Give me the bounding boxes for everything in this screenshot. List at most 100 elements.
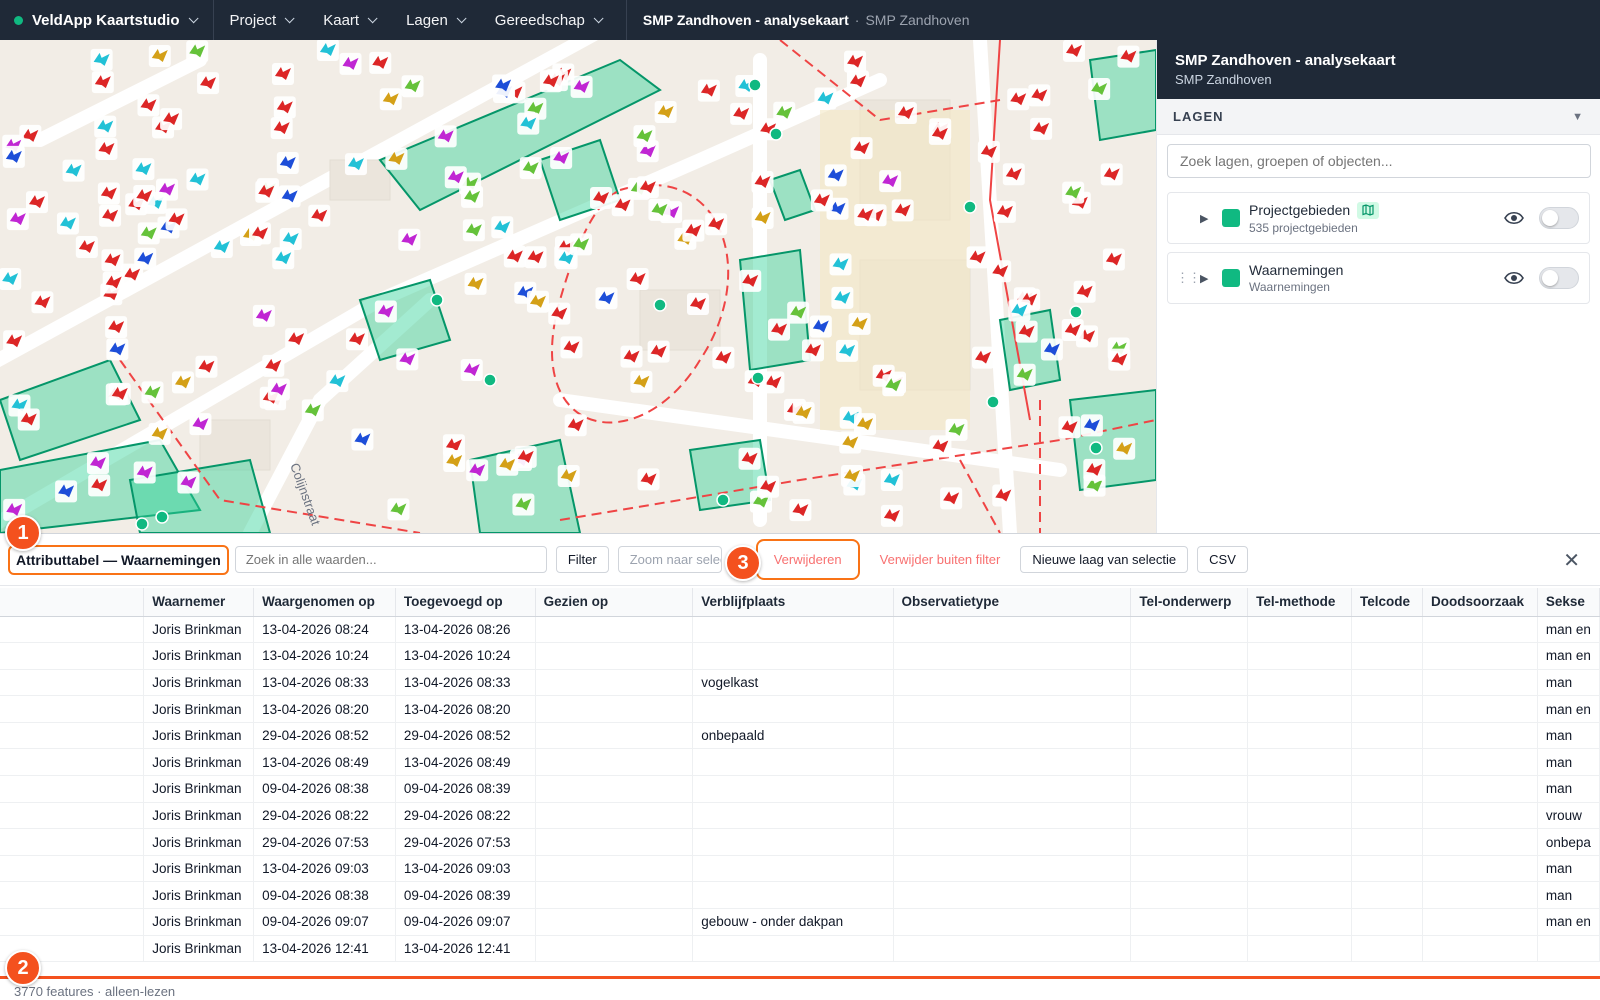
observation-marker[interactable] bbox=[137, 94, 160, 117]
table-cell[interactable] bbox=[1130, 669, 1249, 697]
table-cell[interactable] bbox=[1351, 695, 1423, 723]
observation-marker[interactable] bbox=[891, 199, 914, 222]
column-header[interactable]: Waarnemer bbox=[143, 588, 255, 617]
column-header[interactable]: Sekse bbox=[1537, 588, 1600, 617]
observation-marker[interactable] bbox=[637, 468, 660, 491]
observation-marker[interactable] bbox=[379, 88, 402, 111]
observation-marker[interactable] bbox=[697, 79, 720, 102]
table-cell[interactable] bbox=[1422, 775, 1538, 803]
observation-marker[interactable] bbox=[464, 272, 487, 295]
observation-marker[interactable] bbox=[148, 422, 171, 445]
table-cell[interactable]: onbepaald bbox=[692, 722, 894, 750]
observation-marker[interactable] bbox=[75, 235, 98, 258]
table-cell[interactable] bbox=[1130, 828, 1249, 856]
observation-marker[interactable] bbox=[787, 301, 810, 324]
observation-marker[interactable] bbox=[768, 318, 791, 341]
observation-marker[interactable] bbox=[1040, 338, 1063, 361]
observation-marker[interactable] bbox=[1080, 414, 1103, 437]
table-cell[interactable] bbox=[1351, 642, 1423, 670]
table-cell[interactable] bbox=[0, 669, 145, 697]
observation-marker[interactable] bbox=[398, 228, 421, 251]
observation-marker[interactable] bbox=[570, 75, 593, 98]
observation-marker[interactable] bbox=[272, 247, 295, 270]
observation-marker[interactable] bbox=[557, 465, 580, 488]
observation-marker[interactable] bbox=[503, 245, 526, 268]
collapse-caret-icon[interactable]: ▼ bbox=[1572, 111, 1584, 123]
close-icon[interactable]: ✕ bbox=[1563, 548, 1580, 573]
observation-marker[interactable] bbox=[647, 340, 670, 363]
table-cell[interactable]: 13-04-2026 08:20 bbox=[253, 695, 396, 723]
table-cell[interactable] bbox=[1130, 695, 1249, 723]
table-cell[interactable] bbox=[1130, 855, 1249, 883]
observation-marker[interactable] bbox=[560, 336, 583, 359]
observation-marker[interactable] bbox=[434, 125, 457, 148]
table-cell[interactable] bbox=[535, 616, 694, 644]
observation-marker[interactable] bbox=[1113, 437, 1136, 460]
observation-marker[interactable] bbox=[1008, 299, 1031, 322]
table-cell[interactable] bbox=[0, 748, 145, 777]
observation-marker[interactable] bbox=[91, 71, 114, 94]
table-cell[interactable]: 09-04-2026 08:39 bbox=[395, 881, 536, 910]
table-cell[interactable] bbox=[535, 855, 694, 883]
table-cell[interactable] bbox=[1247, 748, 1353, 777]
table-cell[interactable] bbox=[893, 669, 1132, 697]
observation-marker[interactable] bbox=[25, 191, 48, 214]
table-cell[interactable]: 29-04-2026 08:22 bbox=[253, 802, 396, 830]
location-pin[interactable] bbox=[430, 293, 444, 307]
table-cell[interactable]: man bbox=[1537, 722, 1600, 750]
table-cell[interactable]: 09-04-2026 09:07 bbox=[395, 908, 536, 936]
observation-marker[interactable] bbox=[626, 268, 649, 291]
table-row[interactable]: Joris Brinkman 29-04-2026 07:53 29-04-2026… bbox=[0, 828, 1600, 856]
table-cell[interactable] bbox=[1351, 748, 1423, 777]
observation-marker[interactable] bbox=[279, 227, 302, 250]
eye-icon[interactable] bbox=[1503, 207, 1525, 229]
observation-marker[interactable] bbox=[396, 348, 419, 371]
observation-marker[interactable] bbox=[517, 112, 540, 135]
table-cell[interactable] bbox=[1422, 908, 1538, 936]
table-cell[interactable] bbox=[1247, 669, 1353, 697]
observation-marker[interactable] bbox=[1073, 280, 1096, 303]
table-cell[interactable]: 09-04-2026 08:38 bbox=[253, 881, 396, 910]
observation-marker[interactable] bbox=[491, 216, 514, 239]
table-cell[interactable] bbox=[1247, 908, 1353, 936]
table-cell[interactable] bbox=[893, 908, 1132, 936]
table-cell[interactable]: 13-04-2026 08:26 bbox=[395, 616, 536, 644]
column-header[interactable]: Tel-methode bbox=[1247, 588, 1353, 617]
location-pin[interactable] bbox=[963, 200, 977, 214]
observation-marker[interactable] bbox=[326, 370, 349, 393]
observation-marker[interactable] bbox=[252, 304, 275, 327]
observation-marker[interactable] bbox=[2, 145, 25, 168]
observation-marker[interactable] bbox=[1062, 40, 1085, 62]
eye-icon[interactable] bbox=[1503, 267, 1525, 289]
column-header[interactable]: Tel-onderwerp bbox=[1130, 588, 1249, 617]
observation-marker[interactable] bbox=[810, 189, 833, 212]
table-cell[interactable] bbox=[692, 616, 894, 644]
table-cell[interactable] bbox=[1422, 642, 1538, 670]
observation-marker[interactable] bbox=[462, 219, 485, 242]
table-cell[interactable] bbox=[893, 935, 1132, 963]
observation-marker[interactable] bbox=[989, 260, 1012, 283]
observation-marker[interactable] bbox=[730, 102, 753, 125]
observation-marker[interactable] bbox=[86, 452, 109, 475]
observation-marker[interactable] bbox=[814, 87, 837, 110]
location-pin[interactable] bbox=[1089, 441, 1103, 455]
observation-marker[interactable] bbox=[686, 292, 709, 315]
table-cell[interactable] bbox=[535, 802, 694, 830]
table-cell[interactable]: man bbox=[1537, 881, 1600, 910]
table-cell[interactable]: man bbox=[1537, 775, 1600, 803]
layers-section-header[interactable]: LAGEN ▼ bbox=[1157, 99, 1600, 135]
table-search-input[interactable] bbox=[234, 546, 547, 573]
table-cell[interactable]: 13-04-2026 08:33 bbox=[253, 669, 396, 697]
column-header[interactable]: Toegevoegd op bbox=[395, 588, 536, 617]
observation-marker[interactable] bbox=[848, 312, 871, 335]
table-cell[interactable]: Joris Brinkman bbox=[143, 642, 255, 670]
brand-menu[interactable]: VeldApp Kaartstudio bbox=[0, 0, 214, 40]
table-cell[interactable] bbox=[1422, 935, 1538, 963]
observation-marker[interactable] bbox=[137, 222, 160, 245]
observation-marker[interactable] bbox=[841, 464, 864, 487]
observation-marker[interactable] bbox=[308, 204, 331, 227]
observation-marker[interactable] bbox=[0, 267, 22, 290]
table-row[interactable]: Joris Brinkman 13-04-2026 10:24 13-04-2026… bbox=[0, 642, 1600, 670]
table-cell[interactable]: man en bbox=[1537, 908, 1600, 936]
table-cell[interactable]: Joris Brinkman bbox=[143, 695, 255, 723]
